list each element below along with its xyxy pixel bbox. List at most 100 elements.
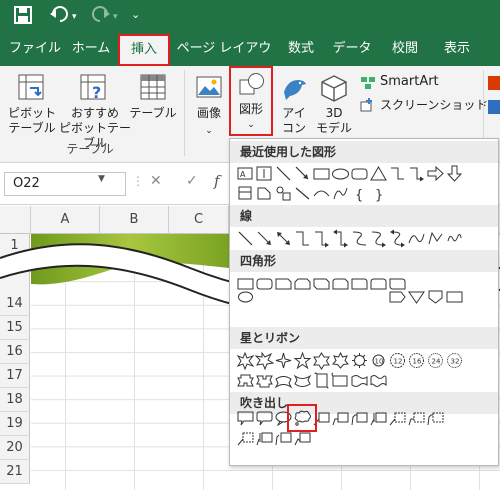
screenshot-button[interactable]: スクリーンショット ⌄ (360, 96, 490, 114)
accent-callout-2-icon[interactable] (388, 409, 407, 428)
tab-view[interactable]: 表示 (432, 34, 482, 64)
shape-icon[interactable] (255, 184, 274, 203)
line-icon[interactable] (293, 184, 312, 203)
line-callout-2-icon[interactable] (331, 409, 350, 428)
name-box-dropdown-icon[interactable]: ▼ (98, 174, 105, 184)
curved-ribbon-up-icon[interactable] (274, 371, 293, 390)
undo-icon[interactable] (50, 6, 70, 28)
double-arrow-line-icon[interactable] (274, 229, 293, 248)
people-icon[interactable] (488, 100, 500, 114)
down-arrow-icon[interactable] (445, 164, 464, 183)
arrow-line-icon[interactable] (255, 229, 274, 248)
vertical-scroll-icon[interactable] (312, 371, 331, 390)
curved-double-arrow-icon[interactable] (388, 229, 407, 248)
star-10-icon[interactable]: 10 (369, 351, 388, 370)
line-icon[interactable] (274, 164, 293, 183)
left-brace-icon[interactable]: { (350, 184, 369, 203)
customize-icon[interactable]: ⌄ (131, 8, 140, 21)
flowchart-process-icon[interactable] (445, 287, 464, 306)
callout-icon[interactable] (236, 429, 255, 448)
redo-dropdown-icon[interactable]: ▾ (113, 12, 118, 22)
star-32-icon[interactable]: 32 (445, 351, 464, 370)
rectangle-icon[interactable] (312, 164, 331, 183)
flowchart-merge-icon[interactable] (407, 287, 426, 306)
right-arrow-icon[interactable] (426, 164, 445, 183)
line-callout-3-icon[interactable] (350, 409, 369, 428)
elbow-double-arrow-icon[interactable] (331, 229, 350, 248)
enter-icon[interactable]: ✓ (186, 173, 198, 189)
freeform-icon[interactable] (426, 229, 445, 248)
star-7-icon[interactable] (331, 351, 350, 370)
cancel-icon[interactable]: ✕ (150, 173, 162, 189)
column-header-c[interactable]: C (169, 206, 229, 234)
star-4-icon[interactable] (274, 351, 293, 370)
elbow-connector-icon[interactable] (293, 229, 312, 248)
arrow-line-icon[interactable] (293, 164, 312, 183)
picture-button[interactable]: 画像 ⌄ (190, 72, 228, 142)
rounded-rectangle-icon[interactable] (350, 164, 369, 183)
name-box[interactable]: O22 (4, 172, 126, 196)
save-icon[interactable] (14, 6, 32, 28)
curve-icon[interactable] (331, 184, 350, 203)
star-5-icon[interactable] (293, 351, 312, 370)
scribble-icon[interactable] (445, 229, 464, 248)
double-wave-icon[interactable] (369, 371, 388, 390)
elbow-arrow-icon[interactable] (312, 229, 331, 248)
pivot-table-button[interactable]: ピボット テーブル (6, 72, 56, 142)
pentagon-arrow-icon[interactable] (388, 287, 407, 306)
curved-connector-icon[interactable] (350, 229, 369, 248)
star-8-icon[interactable] (350, 351, 369, 370)
tab-home[interactable]: ホーム (66, 34, 116, 64)
row-header-18[interactable]: 18 (0, 388, 30, 412)
redo-icon[interactable] (90, 6, 110, 28)
column-header-b[interactable]: B (100, 206, 169, 234)
accent-callout-icon[interactable] (369, 409, 388, 428)
explosion-2-icon[interactable] (255, 351, 274, 370)
border-callout-2-icon[interactable] (426, 409, 445, 428)
tab-page-layout[interactable]: ページ レイアウト (172, 34, 276, 86)
column-header-a[interactable]: A (31, 206, 100, 234)
ribbon-down-icon[interactable] (255, 371, 274, 390)
line-icon[interactable] (236, 229, 255, 248)
row-header-15[interactable]: 15 (0, 316, 30, 340)
row-header-17[interactable]: 17 (0, 364, 30, 388)
star-12-icon[interactable]: 12 (388, 351, 407, 370)
star-24-icon[interactable]: 24 (426, 351, 445, 370)
tab-file[interactable]: ファイル (4, 34, 66, 64)
curve-icon[interactable] (407, 229, 426, 248)
star-6-icon[interactable] (312, 351, 331, 370)
star-16-icon[interactable]: 16 (407, 351, 426, 370)
flowchart-off-page-icon[interactable] (426, 287, 445, 306)
curved-arrow-icon[interactable] (369, 229, 388, 248)
addin-icon[interactable] (488, 76, 500, 90)
insert-function-icon[interactable]: f (214, 172, 220, 190)
ribbon-up-icon[interactable] (236, 371, 255, 390)
row-header-21[interactable]: 21 (0, 460, 30, 484)
elbow-connector-icon[interactable] (388, 164, 407, 183)
row-header-20[interactable]: 20 (0, 436, 30, 460)
undo-dropdown-icon[interactable]: ▾ (72, 12, 77, 22)
tab-review[interactable]: 校閲 (380, 34, 430, 64)
oval-icon[interactable] (331, 164, 350, 183)
tab-insert[interactable]: 挿入 (118, 34, 170, 66)
icons-button[interactable]: アイ コン (276, 72, 312, 142)
tab-formulas[interactable]: 数式 (276, 34, 326, 64)
flowchart-icon[interactable] (236, 184, 255, 203)
right-brace-icon[interactable]: } (369, 184, 388, 203)
tab-data[interactable]: データ (326, 34, 378, 64)
table-button[interactable]: テーブル (129, 72, 177, 142)
border-callout-icon[interactable] (407, 409, 426, 428)
row-header-16[interactable]: 16 (0, 340, 30, 364)
text-box-icon[interactable]: A (236, 164, 255, 183)
triangle-icon[interactable] (369, 164, 388, 183)
smartart-button[interactable]: SmartArt (360, 74, 480, 92)
elbow-arrow-icon[interactable] (407, 164, 426, 183)
vertical-text-box-icon[interactable] (255, 164, 274, 183)
curve-icon[interactable] (312, 184, 331, 203)
shapes-group-icon[interactable] (274, 184, 293, 203)
row-header-19[interactable]: 19 (0, 412, 30, 436)
rounded-callout-icon[interactable] (255, 409, 274, 428)
explosion-icon[interactable] (236, 351, 255, 370)
horizontal-scroll-icon[interactable] (331, 371, 350, 390)
callout-2-icon[interactable] (255, 429, 274, 448)
